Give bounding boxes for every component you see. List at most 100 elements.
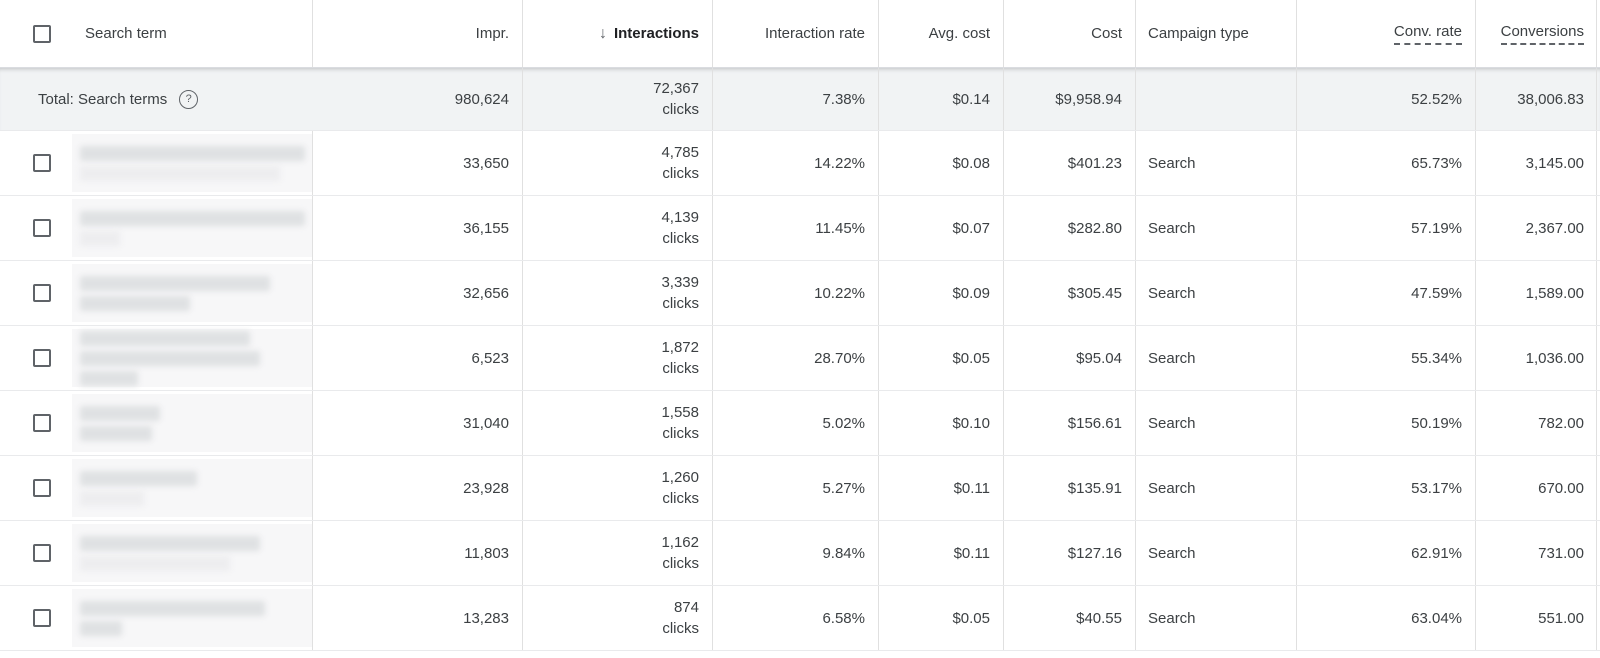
redacted-term-line — [80, 166, 280, 181]
interactions-value: 1,872 — [661, 337, 699, 358]
avg-cost-header-label: Avg. cost — [929, 25, 990, 42]
redacted-search-term — [72, 589, 312, 647]
conv-rate-cell: 65.73% — [1297, 131, 1476, 195]
table-row: 11,803 1,162 clicks 9.84% $0.11 $127.16 … — [0, 521, 1600, 586]
interaction-rate-cell: 9.84% — [713, 521, 879, 585]
column-header-conversions[interactable]: Conversions — [1476, 0, 1597, 67]
conv-rate-cell: 53.17% — [1297, 456, 1476, 520]
column-header-interaction-rate[interactable]: Interaction rate — [713, 0, 879, 67]
row-checkbox[interactable] — [33, 479, 51, 497]
conversions-cell: 1,589.00 — [1476, 261, 1597, 325]
interaction-rate-cell: 28.70% — [713, 326, 879, 390]
redacted-term-line — [80, 601, 265, 616]
conversions-cell: 670.00 — [1476, 456, 1597, 520]
search-term-header-label: Search term — [85, 25, 167, 42]
impressions-cell: 31,040 — [313, 391, 523, 455]
avg-cost-cell: $0.08 — [879, 131, 1004, 195]
redacted-search-term — [72, 524, 312, 582]
total-conv-rate: 52.52% — [1297, 68, 1476, 130]
conversions-cell: 731.00 — [1476, 521, 1597, 585]
impressions-cell: 36,155 — [313, 196, 523, 260]
avg-cost-cell: $0.07 — [879, 196, 1004, 260]
column-header-campaign-type[interactable]: Campaign type — [1136, 0, 1297, 67]
interactions-cell: 4,139 clicks — [523, 196, 713, 260]
conversions-cell: 551.00 — [1476, 586, 1597, 650]
interactions-cell: 1,558 clicks — [523, 391, 713, 455]
conversions-header-label: Conversions — [1501, 23, 1584, 45]
redacted-term-line — [80, 231, 120, 246]
cost-cell: $401.23 — [1004, 131, 1136, 195]
avg-cost-cell: $0.11 — [879, 521, 1004, 585]
total-conversions: 38,006.83 — [1476, 68, 1597, 130]
conversions-cell: 2,367.00 — [1476, 196, 1597, 260]
search-term-cell[interactable] — [68, 586, 313, 650]
interactions-cell: 1,872 clicks — [523, 326, 713, 390]
interactions-cell: 3,339 clicks — [523, 261, 713, 325]
cost-header-label: Cost — [1091, 25, 1122, 42]
interaction-rate-cell: 11.45% — [713, 196, 879, 260]
column-header-conv-rate[interactable]: Conv. rate — [1297, 0, 1476, 67]
impressions-cell: 11,803 — [313, 521, 523, 585]
interaction-rate-cell: 5.27% — [713, 456, 879, 520]
interactions-header-label: Interactions — [614, 25, 699, 42]
column-header-cost[interactable]: Cost — [1004, 0, 1136, 67]
search-term-cell[interactable] — [68, 391, 313, 455]
table-row: 6,523 1,872 clicks 28.70% $0.05 $95.04 S… — [0, 326, 1600, 391]
search-term-cell[interactable] — [68, 456, 313, 520]
table-row: 32,656 3,339 clicks 10.22% $0.09 $305.45… — [0, 261, 1600, 326]
row-checkbox[interactable] — [33, 414, 51, 432]
interactions-unit: clicks — [662, 423, 699, 444]
redacted-term-line — [80, 491, 144, 506]
interaction-rate-cell: 5.02% — [713, 391, 879, 455]
search-term-cell[interactable] — [68, 196, 313, 260]
redacted-search-term — [72, 394, 312, 452]
row-checkbox[interactable] — [33, 284, 51, 302]
search-term-cell[interactable] — [68, 261, 313, 325]
column-header-search-term[interactable]: Search term — [68, 0, 313, 67]
search-term-cell[interactable] — [68, 521, 313, 585]
table-row: 31,040 1,558 clicks 5.02% $0.10 $156.61 … — [0, 391, 1600, 456]
campaign-type-cell: Search — [1136, 521, 1297, 585]
table-row: 23,928 1,260 clicks 5.27% $0.11 $135.91 … — [0, 456, 1600, 521]
row-checkbox-cell — [0, 196, 68, 260]
conv-rate-cell: 63.04% — [1297, 586, 1476, 650]
table-row: 36,155 4,139 clicks 11.45% $0.07 $282.80… — [0, 196, 1600, 261]
avg-cost-cell: $0.05 — [879, 586, 1004, 650]
row-checkbox[interactable] — [33, 349, 51, 367]
interactions-value: 874 — [674, 597, 699, 618]
interaction-rate-cell: 10.22% — [713, 261, 879, 325]
campaign-type-cell: Search — [1136, 586, 1297, 650]
cost-cell: $40.55 — [1004, 586, 1136, 650]
row-checkbox[interactable] — [33, 219, 51, 237]
row-checkbox-cell — [0, 456, 68, 520]
impressions-header-label: Impr. — [476, 25, 509, 42]
row-checkbox[interactable] — [33, 154, 51, 172]
select-all-checkbox[interactable] — [33, 25, 51, 43]
redacted-term-line — [80, 296, 190, 311]
column-header-avg-cost[interactable]: Avg. cost — [879, 0, 1004, 67]
conv-rate-cell: 62.91% — [1297, 521, 1476, 585]
redacted-term-line — [80, 536, 260, 551]
help-icon[interactable]: ? — [179, 90, 198, 109]
row-checkbox[interactable] — [33, 609, 51, 627]
redacted-search-term — [72, 329, 312, 387]
conv-rate-cell: 47.59% — [1297, 261, 1476, 325]
redacted-term-line — [80, 276, 270, 291]
interaction-rate-header-label: Interaction rate — [765, 25, 865, 42]
conversions-cell: 3,145.00 — [1476, 131, 1597, 195]
column-header-interactions[interactable]: ↓ Interactions — [523, 0, 713, 67]
conversions-cell: 1,036.00 — [1476, 326, 1597, 390]
row-checkbox[interactable] — [33, 544, 51, 562]
column-header-impressions[interactable]: Impr. — [313, 0, 523, 67]
total-interactions-unit: clicks — [662, 99, 699, 120]
campaign-type-cell: Search — [1136, 131, 1297, 195]
total-interactions-value: 72,367 — [653, 78, 699, 99]
impressions-cell: 6,523 — [313, 326, 523, 390]
search-term-cell[interactable] — [68, 131, 313, 195]
interactions-unit: clicks — [662, 228, 699, 249]
search-term-cell[interactable] — [68, 326, 313, 390]
total-avg-cost: $0.14 — [879, 68, 1004, 130]
row-checkbox-cell — [0, 131, 68, 195]
redacted-search-term — [72, 264, 312, 322]
cost-cell: $282.80 — [1004, 196, 1136, 260]
